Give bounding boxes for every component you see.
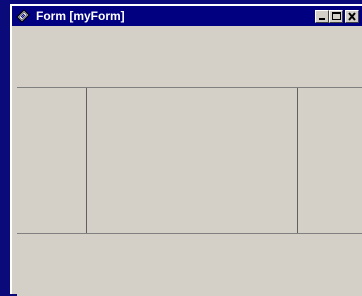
right-panel[interactable] [298,88,362,233]
minimize-icon [319,18,325,20]
panel-row [17,87,362,234]
minimize-button[interactable] [315,10,329,23]
left-panel[interactable] [17,88,87,233]
maximize-icon [332,12,341,20]
form-client-area [17,26,362,296]
form-app-icon[interactable] [15,8,31,24]
form-window: Form [myForm] [10,4,362,296]
close-icon [348,12,356,21]
bottom-panel [17,234,362,296]
window-title: Form [myForm] [36,9,125,23]
close-button[interactable] [345,10,359,23]
top-panel [17,26,362,87]
center-panel[interactable] [87,88,298,233]
title-bar[interactable]: Form [myForm] [12,6,362,26]
maximize-button[interactable] [329,10,343,23]
